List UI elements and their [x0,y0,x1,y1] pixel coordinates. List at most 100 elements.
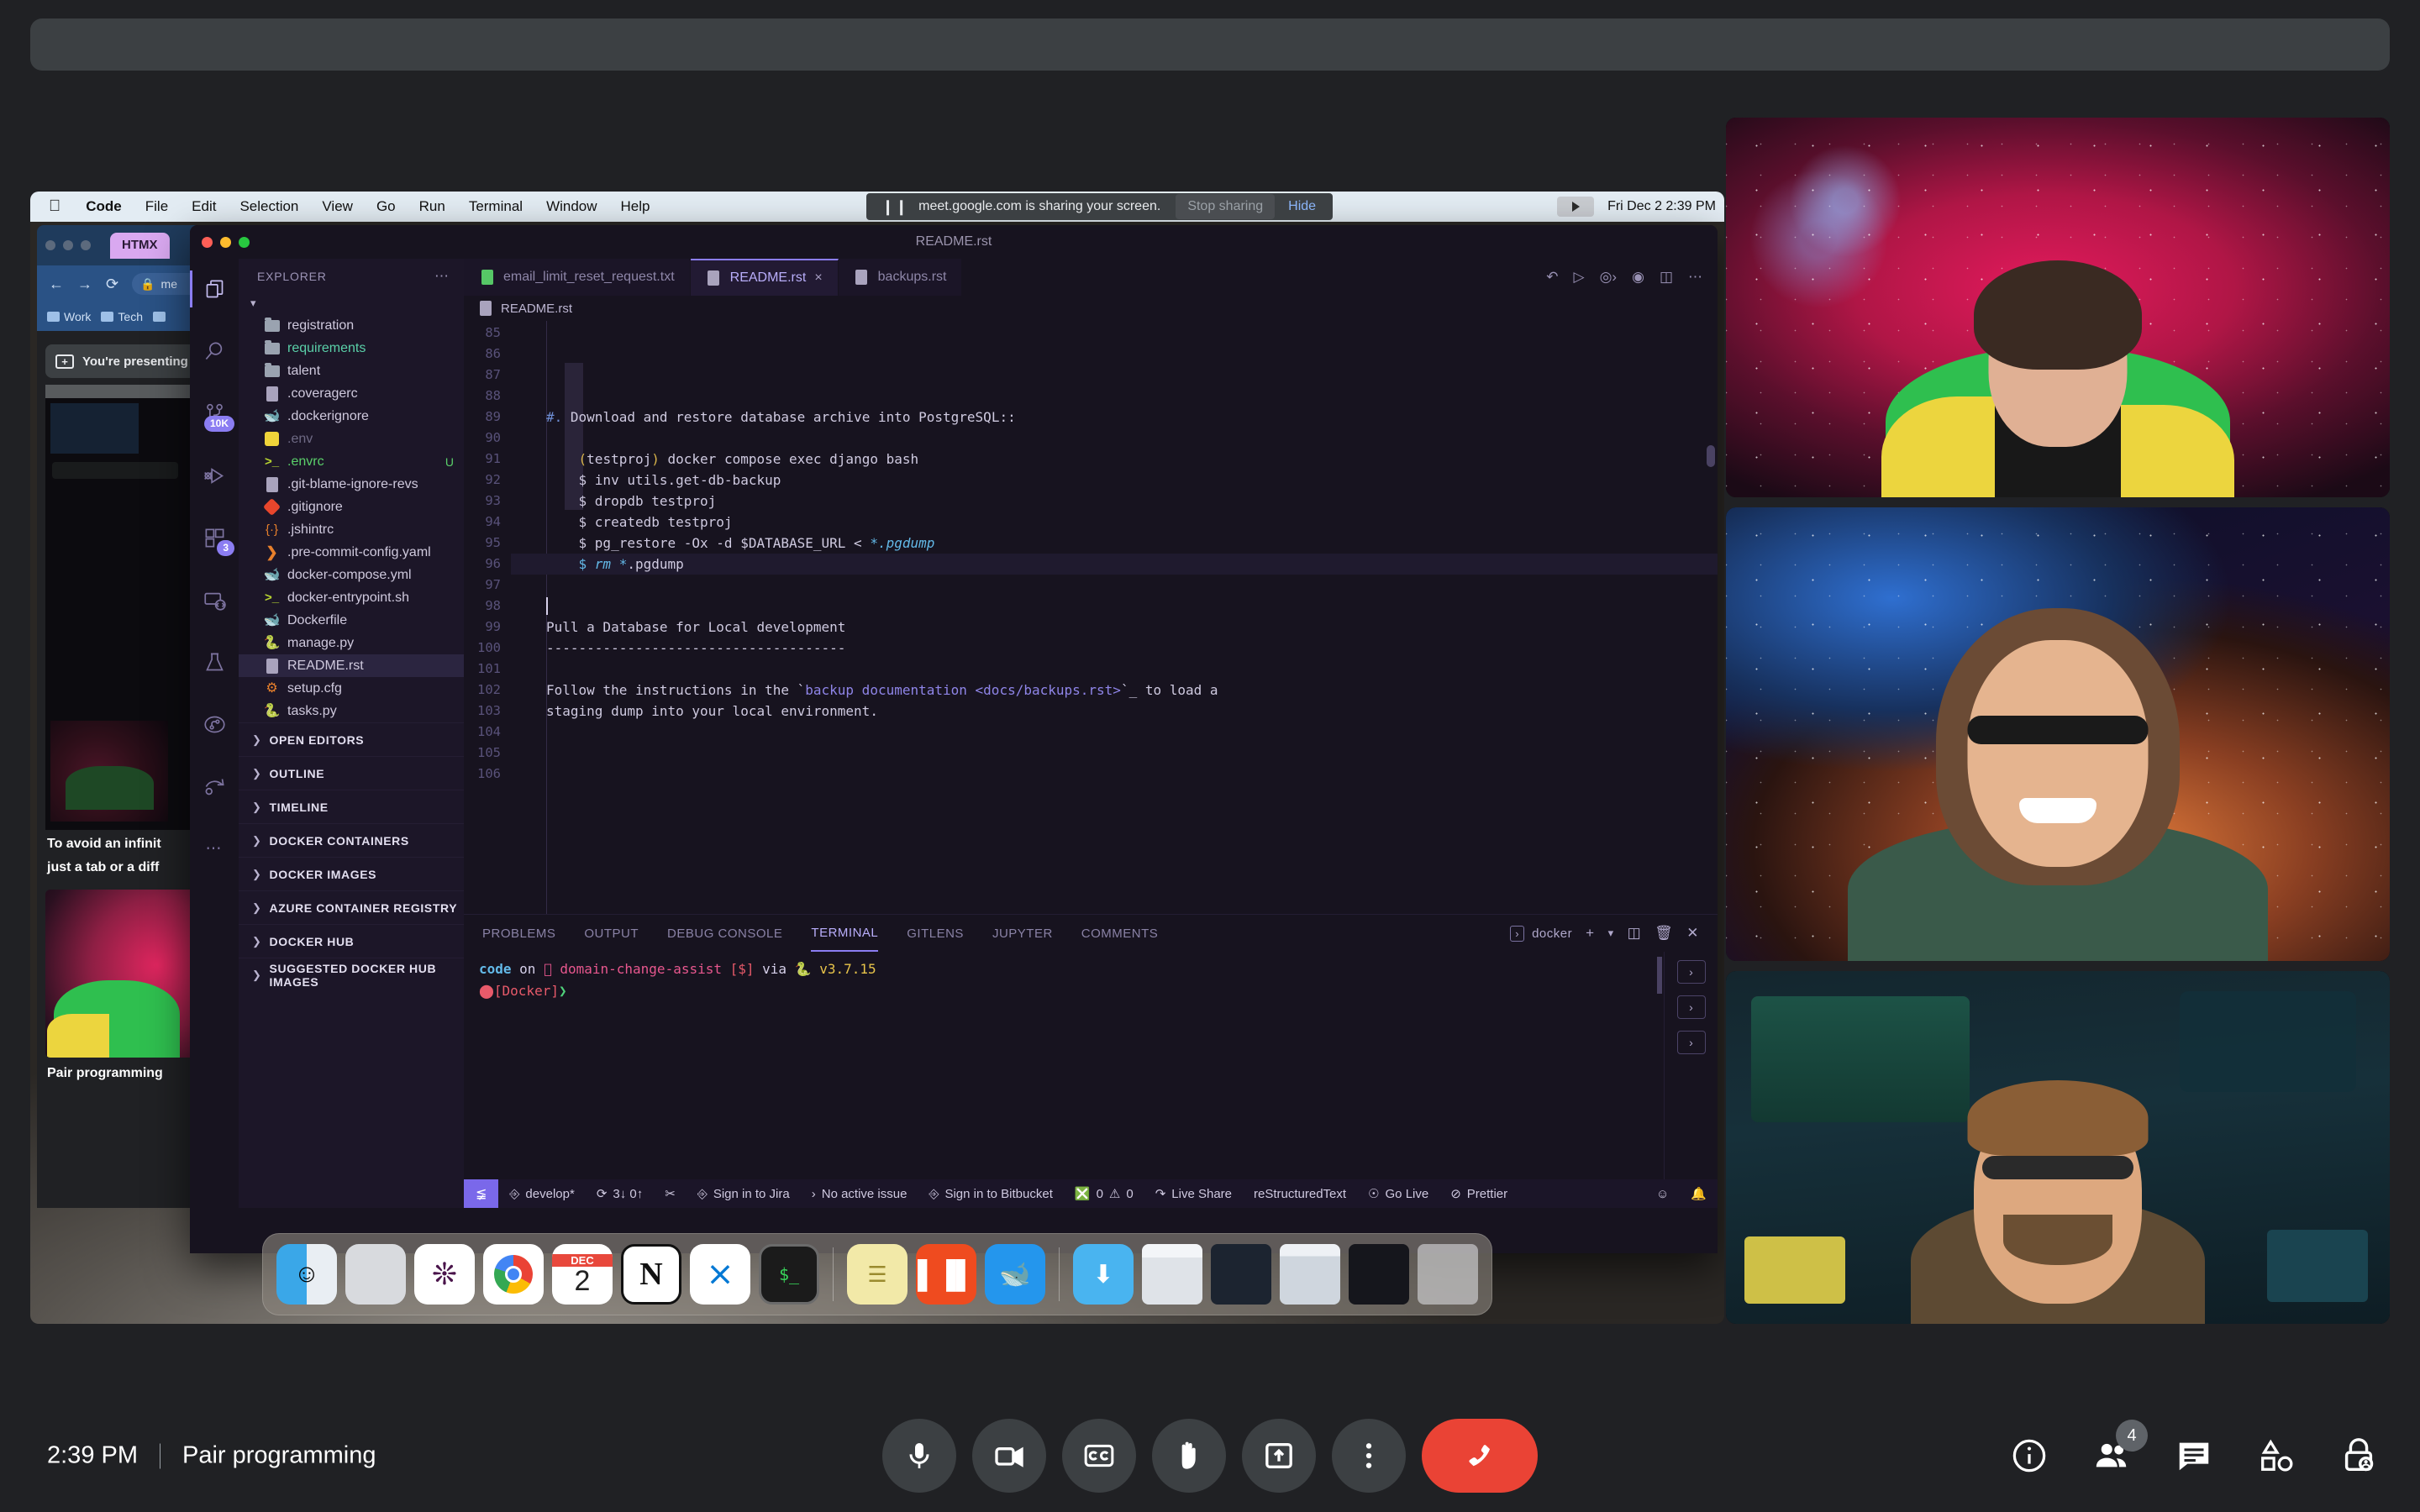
status-branch[interactable]: ⎆ develop* [498,1187,585,1201]
terminal-scrollbar[interactable] [1657,957,1662,994]
menu-view[interactable]: View [310,198,365,215]
file-tree-item[interactable]: 🐍 tasks.py [239,700,464,722]
apple-logo-icon[interactable]:  [42,197,74,216]
sidebar-section[interactable]: ❯ DOCKER HUB [239,924,464,958]
bookmark-extra[interactable] [153,312,166,322]
dock-docker-icon[interactable]: 🐋 [985,1244,1045,1305]
activity-run-debug-icon[interactable] [196,457,233,494]
browser-close-dot[interactable] [45,240,55,250]
sidebar-section[interactable]: ❯ OPEN EDITORS [239,722,464,756]
kill-terminal-icon[interactable]: 🗑 [1655,925,1673,942]
terminal-tab-1[interactable]: › [1676,960,1706,984]
raise-hand-button[interactable] [1152,1419,1226,1493]
activity-live-share-icon[interactable] [196,768,233,805]
participant-tile-1[interactable] [1726,118,2390,497]
menu-window[interactable]: Window [534,198,608,215]
bookmark-tech[interactable]: Tech [101,310,143,323]
file-tree-item[interactable]: {·} .jshintrc [239,518,464,541]
dock-launchpad-icon[interactable] [345,1244,406,1305]
status-bitbucket[interactable]: ⎆ Sign in to Bitbucket [918,1187,1063,1201]
file-tree-item[interactable]: 🐍 manage.py [239,632,464,654]
tree-collapse-caret[interactable]: ▾ [239,294,464,312]
dock-minimized-window-1[interactable] [1142,1244,1202,1305]
dock-calendar-icon[interactable]: DEC 2 [552,1244,613,1305]
activity-remote-explorer-icon[interactable] [196,581,233,618]
dock-trash-icon[interactable] [1418,1244,1478,1305]
editor-more-actions-icon[interactable]: ⋯ [1688,269,1702,286]
run-icon[interactable]: ▷ [1574,269,1585,286]
split-editor-icon[interactable]: ◫ [1660,269,1673,286]
terminal-tab-2[interactable]: › [1676,995,1706,1019]
dock-notion-icon[interactable]: N [621,1244,681,1305]
editor-scrollbar[interactable] [1707,445,1715,467]
hide-share-button[interactable]: Hide [1275,199,1329,214]
activities-button[interactable] [2254,1433,2299,1478]
file-tree-item[interactable]: .coveragerc [239,382,464,405]
status-problems[interactable]: ❎ 0 ⚠ 0 [1064,1186,1144,1202]
panel-tab[interactable]: COMMENTS [1081,915,1159,952]
camera-button[interactable] [972,1419,1046,1493]
menu-file[interactable]: File [134,198,180,215]
file-tree-item[interactable]: >_ .envrc U [239,450,464,473]
dock-slack-icon[interactable]: ❊ [414,1244,475,1305]
menu-selection[interactable]: Selection [228,198,310,215]
file-tree-item[interactable]: 🐋 Dockerfile [239,609,464,632]
file-tree-item[interactable]: talent [239,360,464,382]
activity-extensions-icon[interactable]: 3 [196,519,234,556]
file-tree-item[interactable]: >_ docker-entrypoint.sh [239,586,464,609]
panel-tab[interactable]: GITLENS [907,915,964,952]
terminal-body[interactable]: code on  domain-change-assist [$] via 🐍… [464,952,1718,1179]
activity-git-graph-icon[interactable] [196,706,233,743]
sidebar-section[interactable]: ❯ TIMELINE [239,790,464,823]
forward-icon[interactable]: → [77,276,92,293]
explorer-more-actions-icon[interactable]: ⋯ [434,268,450,285]
more-options-button[interactable] [1332,1419,1406,1493]
vscode-window[interactable]: README.rst 10K 3 ⋯ EXPLORER ⋯ ▾ registra… [190,225,1718,1253]
participant-tile-3[interactable] [1726,971,2390,1324]
preview-icon[interactable]: ◉ [1632,269,1644,286]
file-tree-item[interactable]: .gitignore [239,496,464,518]
dock-stickies-icon[interactable]: ☰ [847,1244,908,1305]
remote-indicator-icon[interactable]: ≨ [464,1179,499,1208]
sidebar-section[interactable]: ❯ DOCKER IMAGES [239,857,464,890]
participant-tile-2[interactable] [1726,507,2390,961]
run-debug-icon[interactable]: ◎› [1600,269,1618,286]
panel-tab[interactable]: PROBLEMS [482,915,555,952]
dock-finder-icon[interactable]: ☺ [276,1244,337,1305]
pause-share-icon[interactable]: ❙❙ [870,198,918,216]
shared-screen-stage[interactable]: HTMX ← → ⟳ 🔒me Work Tech You're presen [30,192,1724,1324]
panel-tab[interactable]: TERMINAL [811,915,879,952]
code-content[interactable]: #. Download and restore database archive… [511,321,1718,914]
host-controls-button[interactable] [2336,1433,2381,1478]
breadcrumb[interactable]: README.rst [464,296,1718,321]
back-icon[interactable]: ← [49,276,64,293]
activity-testing-icon[interactable] [196,643,233,680]
close-panel-icon[interactable]: ✕ [1686,925,1699,942]
close-tab-icon[interactable]: × [814,270,822,286]
menu-run[interactable]: Run [408,198,457,215]
browser-tab-htmx[interactable]: HTMX [110,232,170,259]
sidebar-section[interactable]: ❯ DOCKER CONTAINERS [239,823,464,857]
status-language[interactable]: reStructuredText [1243,1187,1357,1201]
captions-button[interactable] [1062,1419,1136,1493]
file-tree-item[interactable]: ⚙ setup.cfg [239,677,464,700]
menu-terminal[interactable]: Terminal [457,198,534,215]
status-go-live[interactable]: ☉ Go Live [1357,1186,1439,1202]
sidebar-section[interactable]: ❯ AZURE CONTAINER REGISTRY [239,890,464,924]
activity-explorer-icon[interactable] [190,270,233,307]
bookmark-work[interactable]: Work [47,310,91,323]
status-notifications-icon[interactable]: 🔔 [1680,1186,1718,1201]
dock-minimized-window-2[interactable] [1211,1244,1271,1305]
file-tree-item[interactable]: README.rst [239,654,464,677]
status-live-share[interactable]: ↷ Live Share [1144,1186,1243,1202]
menu-code[interactable]: Code [74,198,134,215]
file-tree-item[interactable]: 🐋 .dockerignore [239,405,464,428]
go-back-icon[interactable]: ↶ [1546,269,1558,286]
status-sync[interactable]: ⟳ 3↓ 0↑ [586,1186,654,1202]
meeting-details-button[interactable] [2007,1433,2052,1478]
file-tree-item[interactable]: requirements [239,337,464,360]
terminal-tab-3[interactable]: › [1676,1031,1706,1054]
dock-downloads-folder-icon[interactable]: ⬇ [1073,1244,1134,1305]
status-feedback-icon[interactable]: ☺ [1645,1187,1680,1201]
stop-sharing-button[interactable]: Stop sharing [1176,194,1276,219]
